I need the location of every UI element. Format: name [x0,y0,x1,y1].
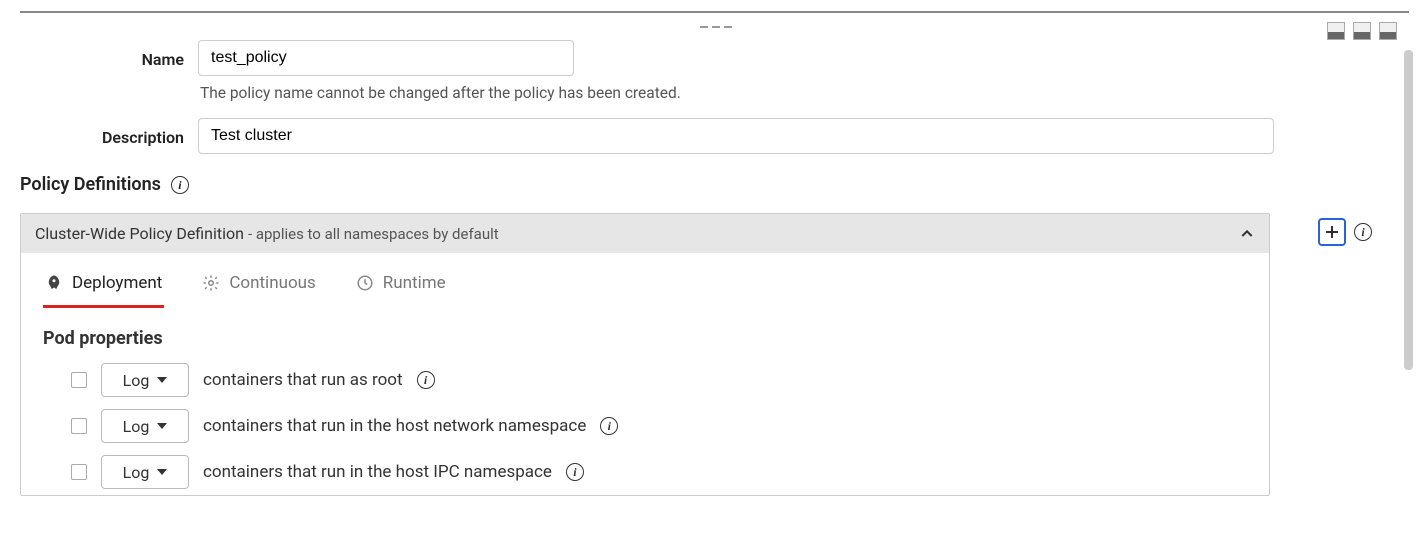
info-icon[interactable]: i [171,176,189,194]
tab-label: Continuous [229,273,315,293]
tab-continuous[interactable]: Continuous [200,267,317,308]
action-select[interactable]: Log [101,409,189,443]
window-controls [1327,22,1397,40]
info-icon[interactable]: i [600,417,618,435]
drag-handle[interactable] [700,26,732,28]
top-divider [20,11,1409,13]
window-restore-icon[interactable] [1353,22,1371,40]
info-icon[interactable]: i [1354,223,1372,241]
property-text: containers that run in the host IPC name… [203,462,552,482]
policy-definitions-title: Policy Definitions [20,174,161,195]
add-definition-button[interactable] [1318,218,1346,246]
tab-runtime[interactable]: Runtime [354,267,448,308]
rocket-icon [45,274,63,292]
property-row: Log containers that run in the host IPC … [21,449,1269,495]
action-select-label: Log [123,371,150,390]
name-helper-text: The policy name cannot be changed after … [200,84,1391,102]
tab-label: Deployment [72,273,162,293]
property-row: Log containers that run as root i [21,357,1269,403]
caret-down-icon [157,377,167,383]
property-checkbox[interactable] [71,418,87,434]
info-icon[interactable]: i [566,463,584,481]
action-select[interactable]: Log [101,455,189,489]
window-close-icon[interactable] [1379,22,1397,40]
chevron-up-icon[interactable] [1239,226,1255,242]
info-icon[interactable]: i [417,371,435,389]
description-label: Description [20,118,198,147]
add-definition-controls: i [1318,213,1372,246]
name-label: Name [20,40,198,69]
caret-down-icon [157,423,167,429]
window-minimize-icon[interactable] [1327,22,1345,40]
caret-down-icon [157,469,167,475]
gear-outline-icon [202,274,220,292]
action-select-label: Log [123,463,150,482]
property-checkbox[interactable] [71,464,87,480]
vertical-scrollbar[interactable] [1404,50,1413,370]
name-input[interactable] [198,40,574,76]
property-checkbox[interactable] [71,372,87,388]
tab-deployment[interactable]: Deployment [43,267,164,308]
definition-subtitle: - applies to all namespaces by default [248,225,499,243]
action-select[interactable]: Log [101,363,189,397]
definition-tabs: Deployment Continuous Runtime [21,253,1269,308]
property-row: Log containers that run in the host netw… [21,403,1269,449]
description-input[interactable] [198,118,1274,154]
definition-header[interactable]: Cluster-Wide Policy Definition - applies… [21,214,1269,253]
cluster-wide-definition-panel: Cluster-Wide Policy Definition - applies… [20,213,1270,496]
clock-icon [356,274,374,292]
property-text: containers that run as root [203,370,403,390]
property-text: containers that run in the host network … [203,416,586,436]
pod-properties-title: Pod properties [21,308,1269,357]
tab-label: Runtime [383,273,446,293]
action-select-label: Log [123,417,150,436]
plus-icon [1323,223,1341,241]
definition-title: Cluster-Wide Policy Definition [35,224,244,243]
